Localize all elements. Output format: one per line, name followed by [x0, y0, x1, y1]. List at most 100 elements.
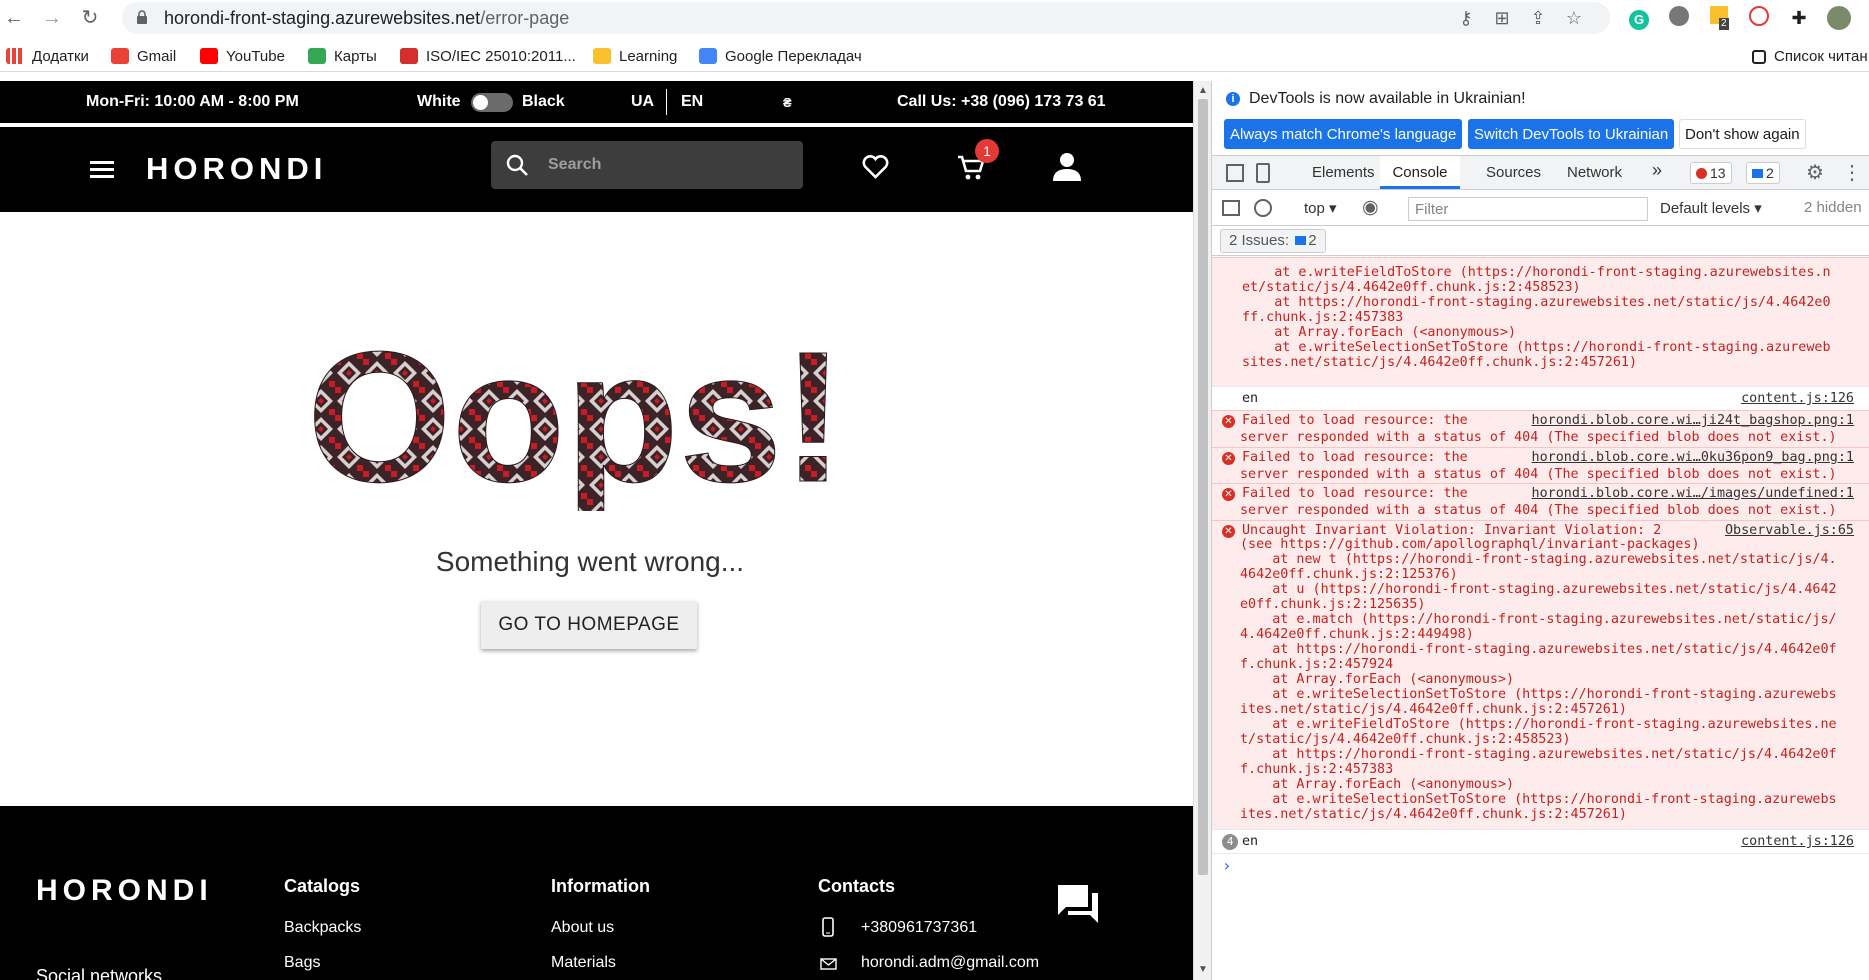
bookmark-iso[interactable]: ISO/IEC 25010:2011... — [400, 48, 576, 65]
page-scrollbar[interactable]: ▲ ▼ — [1193, 81, 1211, 980]
translate-page-icon[interactable]: ⊞ — [1490, 6, 1514, 30]
issues-button[interactable]: 2 Issues: 2 — [1220, 229, 1326, 253]
settings-gear-icon[interactable]: ⚙ — [1806, 160, 1824, 185]
forward-icon[interactable]: → — [40, 6, 64, 30]
clear-console-icon[interactable] — [1254, 199, 1272, 217]
context-select[interactable]: top ▾ — [1304, 199, 1337, 217]
heart-icon[interactable] — [862, 155, 889, 179]
footer-logo[interactable]: HORONDI — [36, 874, 213, 908]
stack-trace-line: (see https://github.com/apollographql/in… — [1240, 537, 1700, 552]
blocker-extension-icon[interactable] — [1747, 6, 1771, 30]
stack-trace-line: et/static/js/4.4642e0ff.chunk.js:2:45852… — [1242, 280, 1581, 295]
stack-trace-line: at https://horondi-front-staging.azurewe… — [1240, 747, 1837, 762]
stack-trace-line: at e.writeFieldToStore (https://horondi-… — [1242, 265, 1831, 280]
prompt-chevron-icon: › — [1222, 856, 1232, 875]
console-log: at e.writeFieldToStore (https://horondi-… — [1212, 257, 1869, 980]
reload-icon[interactable]: ↻ — [78, 6, 102, 30]
mail-icon — [820, 958, 837, 970]
log-levels-select[interactable]: Default levels ▾ — [1660, 199, 1762, 217]
puzzle-icon[interactable]: ✚ — [1787, 6, 1811, 30]
bookmarks-bar: Додатки Gmail YouTube Карты ISO/IEC 2501… — [0, 42, 1869, 72]
tab-console[interactable]: Console — [1380, 156, 1460, 189]
scroll-thumb[interactable] — [1198, 99, 1208, 875]
chat-icon[interactable] — [1056, 883, 1100, 925]
scroll-up-icon[interactable]: ▲ — [1198, 85, 1208, 96]
address-bar[interactable]: horondi-front-staging.azurewebsites.net/… — [122, 2, 1610, 34]
tab-sources[interactable]: Sources — [1486, 164, 1541, 181]
reading-list-icon — [1752, 50, 1766, 64]
stack-trace-line: at e.writeSelectionSetToStore (https://h… — [1242, 340, 1831, 355]
switch-to-ukrainian-button[interactable]: Switch DevTools to Ukrainian — [1468, 119, 1675, 149]
eye-icon[interactable]: ◉ — [1362, 196, 1379, 219]
always-match-language-button[interactable]: Always match Chrome's language — [1224, 119, 1463, 149]
bookmark-maps[interactable]: Карты — [308, 48, 377, 65]
bookmark-gmail[interactable]: Gmail — [111, 48, 176, 65]
lang-en[interactable]: EN — [681, 93, 703, 111]
go-to-homepage-button[interactable]: GO TO HOMEPAGE — [481, 601, 697, 649]
back-icon[interactable]: ← — [2, 6, 26, 30]
footer-link-materials[interactable]: Materials — [551, 954, 616, 972]
sidebar-toggle-icon[interactable] — [1222, 200, 1240, 216]
phone-call[interactable]: Call Us: +38 (096) 173 73 61 — [897, 93, 1106, 111]
more-tabs-icon[interactable]: » — [1652, 160, 1662, 181]
search-icon — [506, 154, 528, 176]
bookmark-translate[interactable]: Google Перекладач — [699, 48, 862, 65]
reading-list[interactable]: Список читан — [1752, 48, 1868, 65]
stack-trace-line: t/static/js/4.4642e0ff.chunk.js:2:458523… — [1240, 732, 1571, 747]
inspect-icon[interactable] — [1226, 164, 1244, 182]
maps-icon — [308, 48, 326, 64]
device-toggle-icon[interactable] — [1256, 163, 1270, 183]
grammarly-icon[interactable]: G — [1627, 6, 1651, 30]
key-icon[interactable]: ⚷ — [1454, 6, 1478, 30]
devtools-panel: i DevTools is now available in Ukrainian… — [1211, 81, 1869, 980]
error-icon: ✕ — [1222, 452, 1235, 465]
user-icon[interactable] — [1052, 151, 1082, 181]
bookmark-learning[interactable]: Learning — [593, 48, 677, 65]
site-logo[interactable]: HORONDI — [146, 151, 327, 187]
console-log-en: 4 en content.js:126 — [1212, 829, 1869, 853]
avatar[interactable] — [1827, 6, 1851, 30]
footer-link-bags[interactable]: Bags — [284, 954, 320, 972]
bookmark-apps[interactable]: Додатки — [6, 48, 89, 65]
site-topbar: Mon-Fri: 10:00 AM - 8:00 PM White Black … — [0, 81, 1193, 123]
bookmark-youtube[interactable]: YouTube — [200, 48, 285, 65]
console-error-resource: ✕ Failed to load resource: the horondi.b… — [1212, 410, 1869, 447]
source-link[interactable]: horondi.blob.core.wi…ji24t_bagshop.png:1 — [1532, 412, 1854, 430]
source-link[interactable]: horondi.blob.core.wi…/images/undefined:1 — [1532, 485, 1854, 503]
console-error-resource: ✕ Failed to load resource: the horondi.b… — [1212, 483, 1869, 520]
browser-chrome: ← → ↻ horondi-front-staging.azurewebsite… — [0, 0, 1869, 80]
kebab-menu-icon[interactable]: ⋮ — [1842, 160, 1862, 185]
devtools-infobar: i DevTools is now available in Ukrainian… — [1212, 81, 1869, 153]
bookmark-star-icon[interactable]: ☆ — [1562, 6, 1586, 30]
dont-show-again-button[interactable]: Don't show again — [1679, 119, 1806, 149]
tab-network[interactable]: Network — [1567, 164, 1622, 181]
footer-phone[interactable]: +380961737361 — [861, 919, 977, 937]
console-prompt[interactable]: › — [1212, 853, 1869, 883]
menu-icon[interactable] — [90, 161, 114, 179]
footer-link-backpacks[interactable]: Backpacks — [284, 919, 361, 937]
search-input[interactable]: Search — [491, 141, 803, 189]
stack-trace-line: at https://horondi-front-staging.azurewe… — [1242, 295, 1831, 310]
stack-trace-line: at new t (https://horondi-front-staging.… — [1240, 552, 1837, 567]
footer-catalogs-title: Catalogs — [284, 876, 361, 896]
info-icon: i — [1226, 92, 1240, 106]
source-link[interactable]: content.js:126 — [1741, 390, 1854, 408]
scroll-down-icon[interactable]: ▼ — [1198, 964, 1208, 975]
share-icon[interactable]: ⇪ — [1526, 6, 1550, 30]
message-count-badge[interactable]: 2 — [1746, 162, 1780, 184]
extension-icon[interactable] — [1667, 6, 1691, 30]
tab-elements[interactable]: Elements — [1312, 164, 1375, 181]
lang-ua[interactable]: UA — [631, 93, 654, 111]
devtools-tabs: Elements Console Sources Network » 13 2 … — [1212, 155, 1869, 190]
notes-extension-icon[interactable]: 2 — [1707, 6, 1731, 30]
console-filter-input[interactable]: Filter — [1408, 197, 1648, 221]
footer-link-about[interactable]: About us — [551, 919, 614, 937]
theme-toggle[interactable] — [471, 93, 513, 112]
source-link[interactable]: horondi.blob.core.wi…0ku36pon9_bag.png:1 — [1532, 449, 1854, 467]
search-placeholder: Search — [548, 156, 602, 173]
currency-switch[interactable]: ₴ — [783, 95, 792, 110]
footer-email[interactable]: horondi.adm@gmail.com — [861, 954, 1039, 972]
source-link[interactable]: content.js:126 — [1741, 833, 1854, 851]
error-message: Something went wrong... — [435, 546, 745, 577]
error-count-badge[interactable]: 13 — [1690, 162, 1732, 184]
